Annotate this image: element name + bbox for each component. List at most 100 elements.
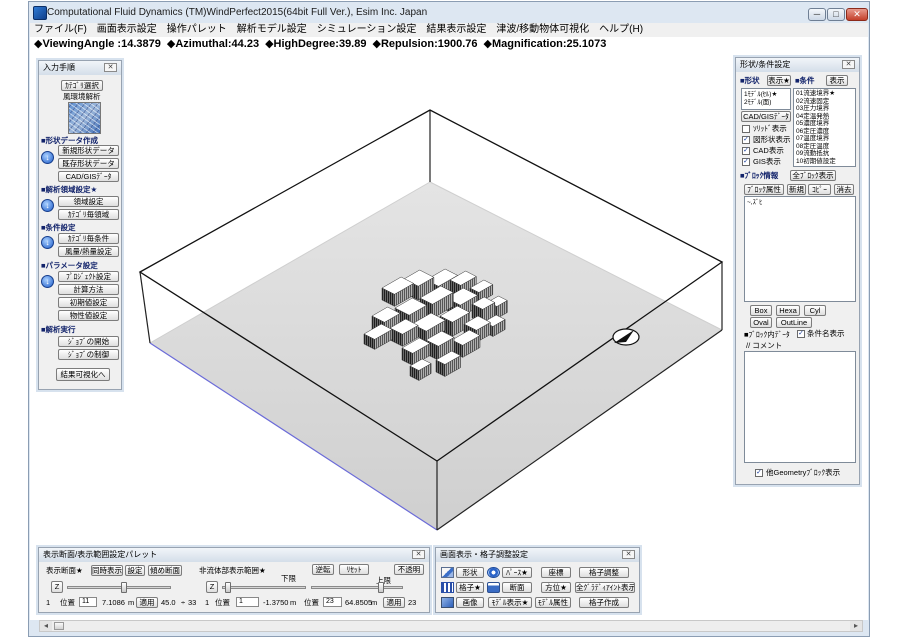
list-item[interactable]: 05濃度境界 (794, 120, 855, 128)
close-icon[interactable]: ✕ (842, 60, 855, 69)
model-list[interactable]: 1ﾓﾃﾞﾙ(ｾﾙ)★ 2ﾓﾃﾞﾙ(面) (741, 88, 791, 110)
list-item[interactable]: 07温度境界 (794, 135, 855, 143)
list-item[interactable]: 1ﾓﾃﾞﾙ(ｾﾙ)★ (742, 91, 790, 99)
condition-list[interactable]: 01流速境界★ 02流速固定 03圧力境界 04定温発熱 05濃度境界 06定圧… (793, 88, 856, 167)
shape-display-button[interactable]: 表示★ (767, 75, 791, 86)
eye-icon (487, 567, 500, 578)
coordinates-button[interactable]: 座標 (541, 567, 571, 578)
section-button[interactable]: 断面 (502, 582, 532, 593)
range-apply-button[interactable]: 適用 (383, 597, 405, 608)
upper-slider-track[interactable] (311, 586, 403, 589)
initial-values-button[interactable]: 初期値設定 (58, 297, 119, 308)
project-settings-button[interactable]: ﾌﾟﾛｼﾞｪｸﾄ設定 (58, 271, 119, 282)
block-info-label: ■ﾌﾞﾛｯｸ情報 (740, 171, 779, 180)
close-icon[interactable]: ✕ (412, 550, 425, 559)
close-icon[interactable]: ✕ (622, 550, 635, 559)
all-gradient-display-button[interactable]: 全ｸﾞﾗﾃﾞｨｱｲﾝﾄ表示★ (575, 582, 635, 593)
step-arrow-icon: ↓ (41, 151, 54, 164)
section-apply-button[interactable]: 適用 (136, 597, 158, 608)
unit-label: m (290, 598, 297, 607)
section-position-input[interactable]: 11 (79, 597, 97, 607)
direction-button[interactable]: 方位★ (541, 582, 571, 593)
upper-position-input[interactable]: 23 (323, 597, 342, 607)
list-item[interactable]: 01流速境界★ (794, 90, 855, 98)
block-new-button[interactable]: 新規 (787, 184, 806, 195)
list-item[interactable]: 06定圧濃度 (794, 128, 855, 136)
grid-create-button[interactable]: 格子作成 (579, 597, 629, 608)
outline-shape-button[interactable]: OutLine (776, 317, 812, 328)
oval-shape-button[interactable]: Oval (750, 317, 772, 328)
calculation-method-button[interactable]: 計算方法 (58, 284, 119, 295)
block-data-label: ■ﾌﾞﾛｯｸ内ﾃﾞｰﾀ (744, 330, 790, 339)
model-display-button[interactable]: ﾓﾃﾞﾙ表示★ (488, 597, 532, 608)
job-start-button[interactable]: ｼﾞｮﾌﾞの開始 (58, 336, 119, 347)
section-axis-button[interactable]: Z (51, 581, 63, 593)
position-label: 位置 (60, 598, 75, 607)
compass-icon[interactable] (612, 328, 640, 346)
new-shape-button[interactable]: 新規形状データ (58, 145, 119, 156)
list-item[interactable]: 10初期値設定 (794, 158, 855, 166)
existing-shape-button[interactable]: 既存形状データ (58, 158, 119, 169)
domain-settings-button[interactable]: 領域設定 (58, 196, 119, 207)
oblique-section-button[interactable]: 傾め断面 (148, 565, 182, 576)
list-item[interactable]: 2ﾓﾃﾞﾙ(面) (742, 99, 790, 107)
section-count: 33 (188, 598, 197, 607)
box-shape-button[interactable]: Box (750, 305, 772, 316)
step-arrow-icon: ↓ (41, 236, 54, 249)
grid-adjust-button[interactable]: 格子調整 (579, 567, 629, 578)
image-button[interactable]: 画像 (456, 597, 484, 608)
gis-display-checkbox[interactable]: ✓ (742, 158, 750, 166)
unit-label: m (128, 598, 135, 607)
list-item[interactable]: 03圧力境界 (794, 105, 855, 113)
condition-display-button[interactable]: 表示 (826, 75, 848, 86)
physical-properties-button[interactable]: 物性値設定 (58, 310, 119, 321)
cad-gis-data-button[interactable]: CAD/GISﾃﾞｰﾀ (741, 111, 791, 122)
section-slider-track[interactable] (67, 586, 171, 589)
comment-textarea[interactable] (744, 351, 856, 463)
list-item[interactable]: 09流動抵抗 (794, 150, 855, 158)
perspective-button[interactable]: ﾊﾟｰｽ★ (502, 567, 532, 578)
reverse-button[interactable]: 逆転 (312, 564, 334, 575)
cad-display-checkbox[interactable]: ✓ (742, 147, 750, 155)
category-domain-button[interactable]: ｶﾃｺﾞﾘ毎領域 (58, 209, 119, 220)
go-to-results-button[interactable]: 結果可視化へ (56, 368, 110, 381)
cyl-shape-button[interactable]: Cyl (804, 305, 826, 316)
cad-gis-data-button[interactable]: CAD/GISﾃﾞｰﾀ (58, 171, 119, 182)
block-list[interactable]: ~,ｽﾞﾋ (744, 196, 856, 302)
hexa-shape-button[interactable]: Hexa (776, 305, 800, 316)
category-select-button[interactable]: ｶﾃｺﾞﾘ選択 (61, 80, 103, 91)
other-geometry-checkbox[interactable]: ✓ (755, 469, 763, 477)
block-delete-button[interactable]: 消去 (834, 184, 854, 195)
block-attributes-button[interactable]: ﾌﾞﾛｯｸ属性 (744, 184, 784, 195)
lower-slider-thumb[interactable] (225, 582, 232, 593)
reset-button[interactable]: ﾘｾｯﾄ (339, 564, 369, 575)
section-slider-thumb[interactable] (120, 582, 127, 593)
block-copy-button[interactable]: ｺﾋﾟｰ (808, 184, 831, 195)
list-item[interactable]: 04定温発熱 (794, 113, 855, 121)
list-item[interactable]: 08定圧温度 (794, 143, 855, 151)
model-thumbnail[interactable] (68, 102, 101, 134)
grid-button[interactable]: 格子★ (456, 582, 484, 593)
lower-position-input[interactable]: 1 (236, 597, 259, 607)
list-item[interactable]: ~,ｽﾞﾋ (745, 199, 855, 207)
upper-slider-thumb[interactable] (378, 582, 385, 593)
section-label: 表示断面★ (46, 566, 83, 575)
range-axis-button[interactable]: Z (206, 581, 218, 593)
category-conditions-button[interactable]: ｶﾃｺﾞﾘ毎条件 (58, 233, 119, 244)
list-item[interactable]: 02流速固定 (794, 98, 855, 106)
section-settings-button[interactable]: 設定 (125, 565, 145, 576)
opaque-button[interactable]: 不透明 (394, 564, 424, 575)
lower-slider-track[interactable] (222, 586, 306, 589)
simultaneous-display-button[interactable]: 同時表示 (91, 565, 123, 576)
display-grid-palette: 画面表示・格子調整設定 ✕ 形状 ﾊﾟｰｽ★ 座標 格子調整 格子★ 断面 方位… (435, 547, 640, 613)
all-blocks-button[interactable]: 全ﾌﾞﾛｯｸ表示 (790, 170, 836, 181)
solid-display-checkbox[interactable] (742, 125, 750, 133)
shape-button[interactable]: 形状 (456, 567, 484, 578)
range-index: 1 (205, 598, 210, 607)
condition-name-checkbox[interactable]: ✓ (797, 330, 805, 338)
job-control-button[interactable]: ｼﾞｮﾌﾞの制御 (58, 349, 119, 360)
shape-display-checkbox[interactable]: ✓ (742, 136, 750, 144)
close-icon[interactable]: ✕ (104, 63, 117, 72)
airflow-heat-button[interactable]: 風量/熱量設定 (58, 246, 119, 257)
model-attributes-button[interactable]: ﾓﾃﾞﾙ属性 (535, 597, 571, 608)
